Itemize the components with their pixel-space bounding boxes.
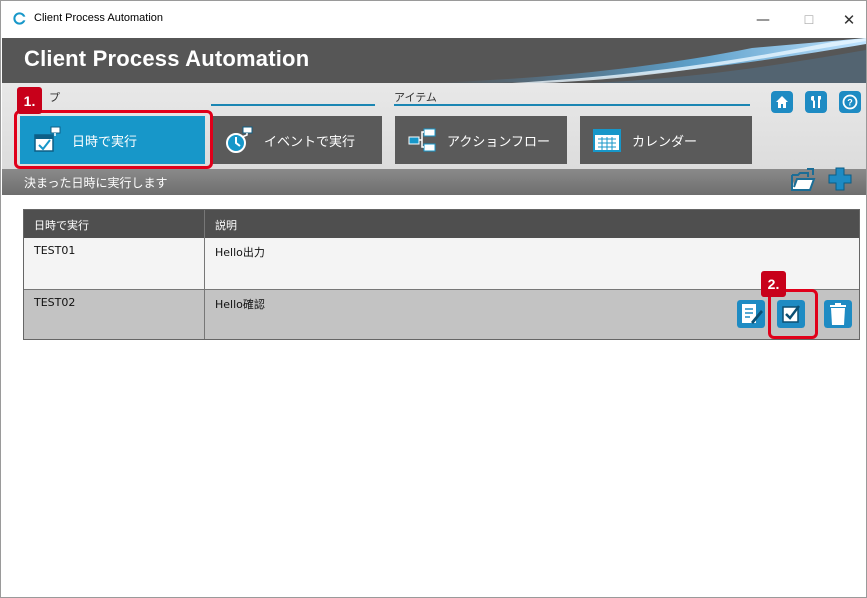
nav-event-run-label: イベントで実行 — [264, 134, 356, 150]
home-button[interactable] — [771, 91, 793, 113]
title-bar: Client Process Automation — ☐ ✕ — [1, 1, 866, 38]
app-header: Client Process Automation — [2, 38, 866, 83]
maximize-icon: ☐ — [803, 12, 815, 27]
app-logo-icon — [13, 12, 26, 25]
status-text: 決まった日時に実行します — [24, 176, 168, 190]
status-bar: 決まった日時に実行します — [2, 169, 866, 195]
close-button[interactable]: ✕ — [826, 1, 867, 38]
delete-button[interactable] — [824, 300, 852, 328]
nav-event-run[interactable]: イベントで実行 — [212, 116, 382, 164]
column-divider — [204, 210, 205, 339]
clock-flow-icon — [226, 126, 253, 153]
step1-badge: 1. — [17, 87, 42, 114]
app-title: Client Process Automation — [24, 46, 310, 71]
column-header-description: 説明 — [215, 219, 237, 232]
close-icon: ✕ — [842, 10, 856, 29]
group-divider-items — [394, 104, 750, 106]
table-header: 日時で実行 説明 — [24, 210, 859, 238]
schedule-table: 日時で実行 説明 TEST01 Hello出力 TEST02 Hello確認 — [23, 209, 860, 340]
group-label-items: アイテム — [394, 91, 437, 104]
tools-icon — [811, 96, 821, 108]
column-header-name: 日時で実行 — [34, 219, 89, 232]
header-swoosh-graphic — [432, 38, 866, 83]
group-label-1: プ — [49, 91, 60, 104]
step2-badge: 2. — [761, 271, 786, 297]
minimize-icon: — — [756, 11, 770, 28]
group-divider-1 — [211, 104, 375, 106]
svg-text:?: ? — [847, 98, 853, 108]
calendar-icon — [593, 129, 621, 152]
help-button[interactable]: ? — [839, 91, 861, 113]
row-name: TEST02 — [34, 296, 76, 309]
action-flow-icon — [408, 128, 436, 152]
window-title: Client Process Automation — [34, 12, 164, 24]
step1-highlight — [14, 110, 213, 169]
table-row[interactable]: TEST01 Hello出力 — [24, 238, 859, 290]
nav-action-flow[interactable]: アクションフロー — [395, 116, 567, 164]
add-button[interactable] — [827, 166, 853, 192]
minimize-button[interactable]: — — [740, 1, 786, 38]
nav-calendar[interactable]: カレンダー — [580, 116, 752, 164]
help-icon: ? — [842, 94, 858, 110]
app-window: Client Process Automation — ☐ ✕ Client P… — [0, 0, 867, 598]
nav-calendar-label: カレンダー — [632, 134, 698, 150]
edit-button[interactable] — [737, 300, 765, 328]
row-name: TEST01 — [34, 244, 76, 257]
open-folder-button[interactable] — [790, 167, 816, 193]
row-description: Hello確認 — [215, 298, 265, 311]
nav-action-flow-label: アクションフロー — [447, 134, 550, 150]
row-description: Hello出力 — [215, 246, 265, 259]
table-row-selected[interactable]: TEST02 Hello確認 — [24, 290, 859, 339]
home-icon — [776, 96, 788, 108]
settings-button[interactable] — [805, 91, 827, 113]
